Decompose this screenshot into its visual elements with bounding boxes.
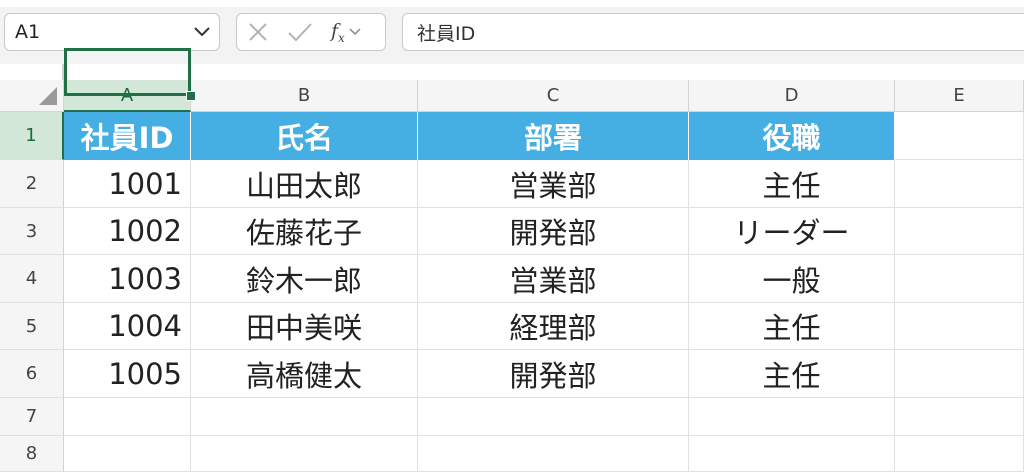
ribbon-edge <box>0 0 1024 7</box>
cell-b3[interactable]: 佐藤花子 <box>191 208 418 255</box>
cell-d8[interactable] <box>689 436 895 472</box>
formula-input[interactable]: 社員ID <box>402 13 1024 51</box>
cell-d3[interactable]: リーダー <box>689 208 895 255</box>
row-header-3[interactable]: 3 <box>0 208 64 255</box>
column-header-e[interactable]: E <box>895 80 1024 112</box>
fx-icon: fx <box>331 20 345 45</box>
cell-b4[interactable]: 鈴木一郎 <box>191 255 418 303</box>
cell-a6[interactable]: 1005 <box>64 350 191 398</box>
name-box-value: A1 <box>15 21 41 43</box>
cell-c3[interactable]: 開発部 <box>418 208 689 255</box>
column-headers: ABCDE <box>64 80 1024 112</box>
cell-c5[interactable]: 経理部 <box>418 303 689 350</box>
cell-e2[interactable] <box>895 160 1024 208</box>
name-box[interactable]: A1 <box>4 13 220 51</box>
cell-e7[interactable] <box>895 398 1024 436</box>
column-header-a[interactable]: A <box>64 80 191 112</box>
fill-handle[interactable] <box>186 91 196 101</box>
chevron-down-icon[interactable] <box>193 23 211 41</box>
cell-c6[interactable]: 開発部 <box>418 350 689 398</box>
cell-a7[interactable] <box>64 398 191 436</box>
cell-b6[interactable]: 高橋健太 <box>191 350 418 398</box>
confirm-check-icon[interactable] <box>287 21 313 43</box>
row-header-6[interactable]: 6 <box>0 350 64 398</box>
cell-d4[interactable]: 一般 <box>689 255 895 303</box>
cell-e8[interactable] <box>895 436 1024 472</box>
cell-a3[interactable]: 1002 <box>64 208 191 255</box>
cell-b7[interactable] <box>191 398 418 436</box>
cell-e6[interactable] <box>895 350 1024 398</box>
select-all-icon <box>39 87 57 105</box>
cell-b1[interactable]: 氏名 <box>191 112 418 160</box>
cell-c2[interactable]: 営業部 <box>418 160 689 208</box>
cell-b5[interactable]: 田中美咲 <box>191 303 418 350</box>
fx-label-x: x <box>338 30 345 45</box>
cell-a2[interactable]: 1001 <box>64 160 191 208</box>
fx-label-f: f <box>331 19 339 42</box>
spreadsheet-grid: ABCDE 12345678 社員ID 氏名 部署 役職 1001 山田太郎 営業部 主任 10… <box>0 64 1024 472</box>
cell-c7[interactable] <box>418 398 689 436</box>
cell-a5[interactable]: 1004 <box>64 303 191 350</box>
column-header-b[interactable]: B <box>191 80 418 112</box>
cell-d5[interactable]: 主任 <box>689 303 895 350</box>
cell-c4[interactable]: 営業部 <box>418 255 689 303</box>
cell-d2[interactable]: 主任 <box>689 160 895 208</box>
cell-e4[interactable] <box>895 255 1024 303</box>
cell-e1[interactable] <box>895 112 1024 160</box>
row-header-5[interactable]: 5 <box>0 303 64 350</box>
insert-function-button[interactable]: fx <box>331 20 361 45</box>
cell-e5[interactable] <box>895 303 1024 350</box>
cell-e3[interactable] <box>895 208 1024 255</box>
row-header-8[interactable]: 8 <box>0 436 64 472</box>
cell-a1[interactable]: 社員ID <box>64 112 191 160</box>
cell-c8[interactable] <box>418 436 689 472</box>
cell-area: 社員ID 氏名 部署 役職 1001 山田太郎 営業部 主任 1002 佐藤花子 開発部 リーダー 10… <box>64 112 1024 472</box>
cell-d6[interactable]: 主任 <box>689 350 895 398</box>
formula-input-value: 社員ID <box>417 22 476 45</box>
column-header-c[interactable]: C <box>418 80 689 112</box>
cell-b2[interactable]: 山田太郎 <box>191 160 418 208</box>
cell-a8[interactable] <box>64 436 191 472</box>
cell-b8[interactable] <box>191 436 418 472</box>
row-header-7[interactable]: 7 <box>0 398 64 436</box>
column-header-d[interactable]: D <box>689 80 895 112</box>
select-all-button[interactable] <box>0 80 64 112</box>
cell-d7[interactable] <box>689 398 895 436</box>
cell-d1[interactable]: 役職 <box>689 112 895 160</box>
row-header-2[interactable]: 2 <box>0 160 64 208</box>
formula-bar: A1 fx 社員ID <box>0 0 1024 64</box>
cell-a4[interactable]: 1003 <box>64 255 191 303</box>
cancel-icon[interactable] <box>247 21 269 43</box>
formula-actions: fx <box>236 13 386 51</box>
cell-c1[interactable]: 部署 <box>418 112 689 160</box>
row-header-1[interactable]: 1 <box>0 112 64 160</box>
row-header-4[interactable]: 4 <box>0 255 64 303</box>
